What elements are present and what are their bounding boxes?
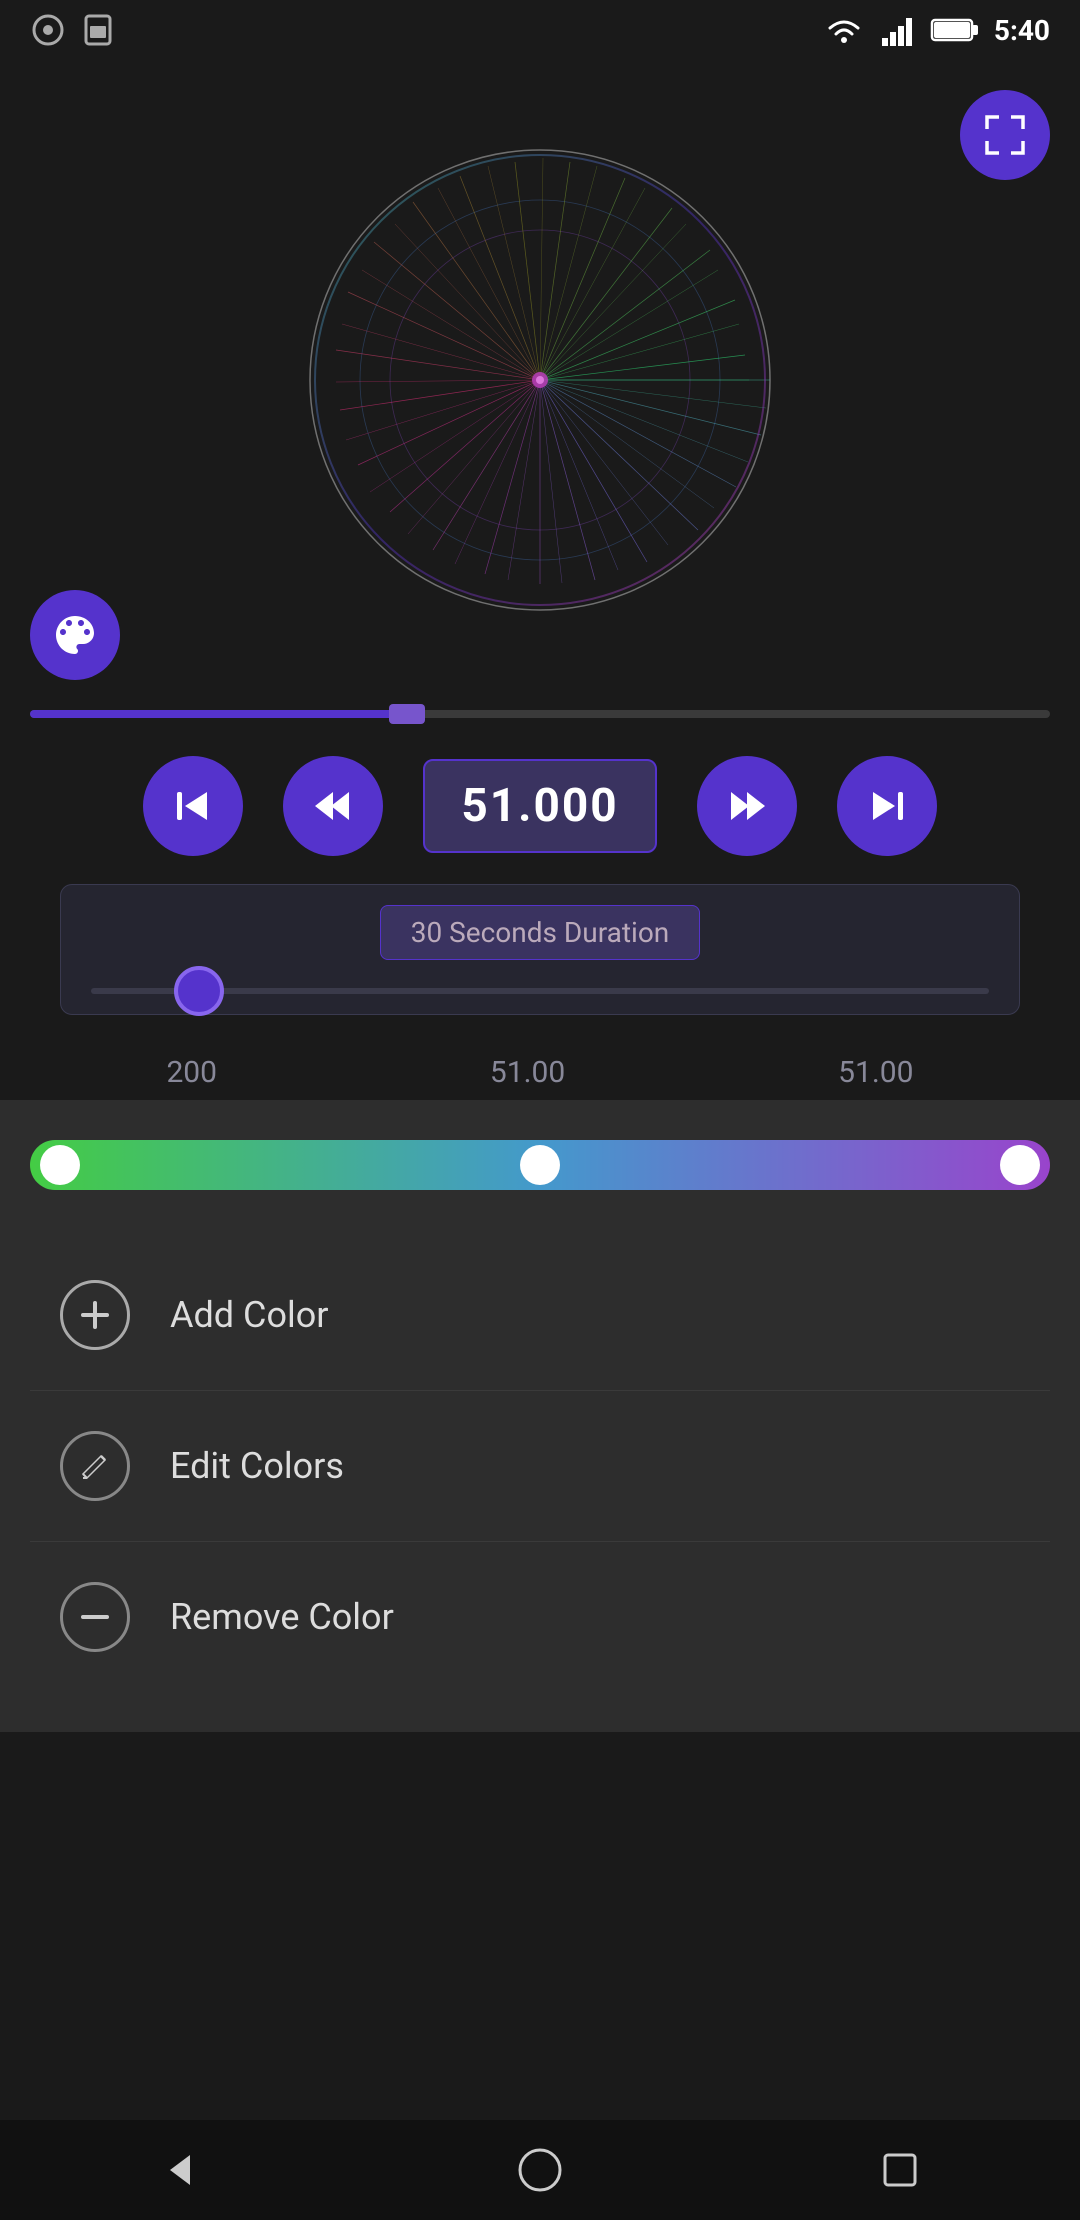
pencil-icon [77,1448,113,1484]
rewind-icon [311,784,355,828]
minus-icon [77,1599,113,1635]
navigation-bar [0,2120,1080,2220]
progress-track[interactable] [30,710,1050,718]
skip-start-icon [171,784,215,828]
battery-icon [930,12,980,48]
progress-fill [30,710,418,718]
status-right-icons: 5:40 [822,12,1050,48]
add-color-item[interactable]: Add Color [30,1240,1050,1390]
remove-color-item[interactable]: Remove Color [30,1541,1050,1692]
time-display: 51.000 [423,759,656,853]
edit-colors-item[interactable]: Edit Colors [30,1390,1050,1541]
sim-icon [80,12,116,48]
skip-end-icon [865,784,909,828]
gradient-handle-center[interactable] [520,1145,560,1185]
status-left-icons [30,12,116,48]
skip-to-end-button[interactable] [837,756,937,856]
home-circle-icon [515,2145,565,2195]
remove-color-label: Remove Color [170,1596,394,1638]
transport-controls: 51.000 [0,728,1080,884]
duration-thumb[interactable] [174,966,224,1016]
duration-label: 30 Seconds Duration [380,905,701,960]
palette-button[interactable] [30,590,120,680]
progress-area[interactable] [0,700,1080,728]
slider-labels: 200 51.00 51.00 [0,1035,1080,1100]
signal-bars-icon [880,12,916,48]
slider-label-left: 200 [166,1055,217,1090]
fast-forward-icon [725,784,769,828]
rewind-button[interactable] [283,756,383,856]
plus-icon [77,1297,113,1333]
visualization-area [0,60,1080,700]
gradient-handle-right[interactable] [1000,1145,1040,1185]
back-arrow-icon [155,2145,205,2195]
add-color-label: Add Color [170,1294,328,1336]
slider-label-right: 51.00 [838,1055,913,1090]
fast-forward-button[interactable] [697,756,797,856]
edit-colors-label: Edit Colors [170,1445,344,1487]
fullscreen-button[interactable] [960,90,1050,180]
duration-track[interactable] [91,988,989,994]
skip-to-start-button[interactable] [143,756,243,856]
status-time: 5:40 [994,14,1050,47]
time-value: 51.000 [461,779,618,833]
progress-thumb[interactable] [389,704,425,724]
status-bar: 5:40 [0,0,1080,60]
color-panel: Add Color Edit Colors Remove Color [0,1100,1080,1732]
spirograph-visualization [290,130,790,630]
slider-label-center: 51.00 [490,1055,565,1090]
edit-colors-icon-circle [60,1431,130,1501]
color-gradient-bar[interactable] [30,1140,1050,1190]
nav-recent-button[interactable] [865,2135,935,2205]
nav-back-button[interactable] [145,2135,215,2205]
gradient-handle-left[interactable] [40,1145,80,1185]
color-menu: Add Color Edit Colors Remove Color [30,1240,1050,1692]
recent-apps-icon [875,2145,925,2195]
signal-circle-icon [30,12,66,48]
add-color-icon-circle [60,1280,130,1350]
wifi-icon [822,12,866,48]
remove-color-icon-circle [60,1582,130,1652]
duration-panel: 30 Seconds Duration [60,884,1020,1015]
palette-icon [52,612,98,658]
fullscreen-icon [983,113,1027,157]
nav-home-button[interactable] [505,2135,575,2205]
